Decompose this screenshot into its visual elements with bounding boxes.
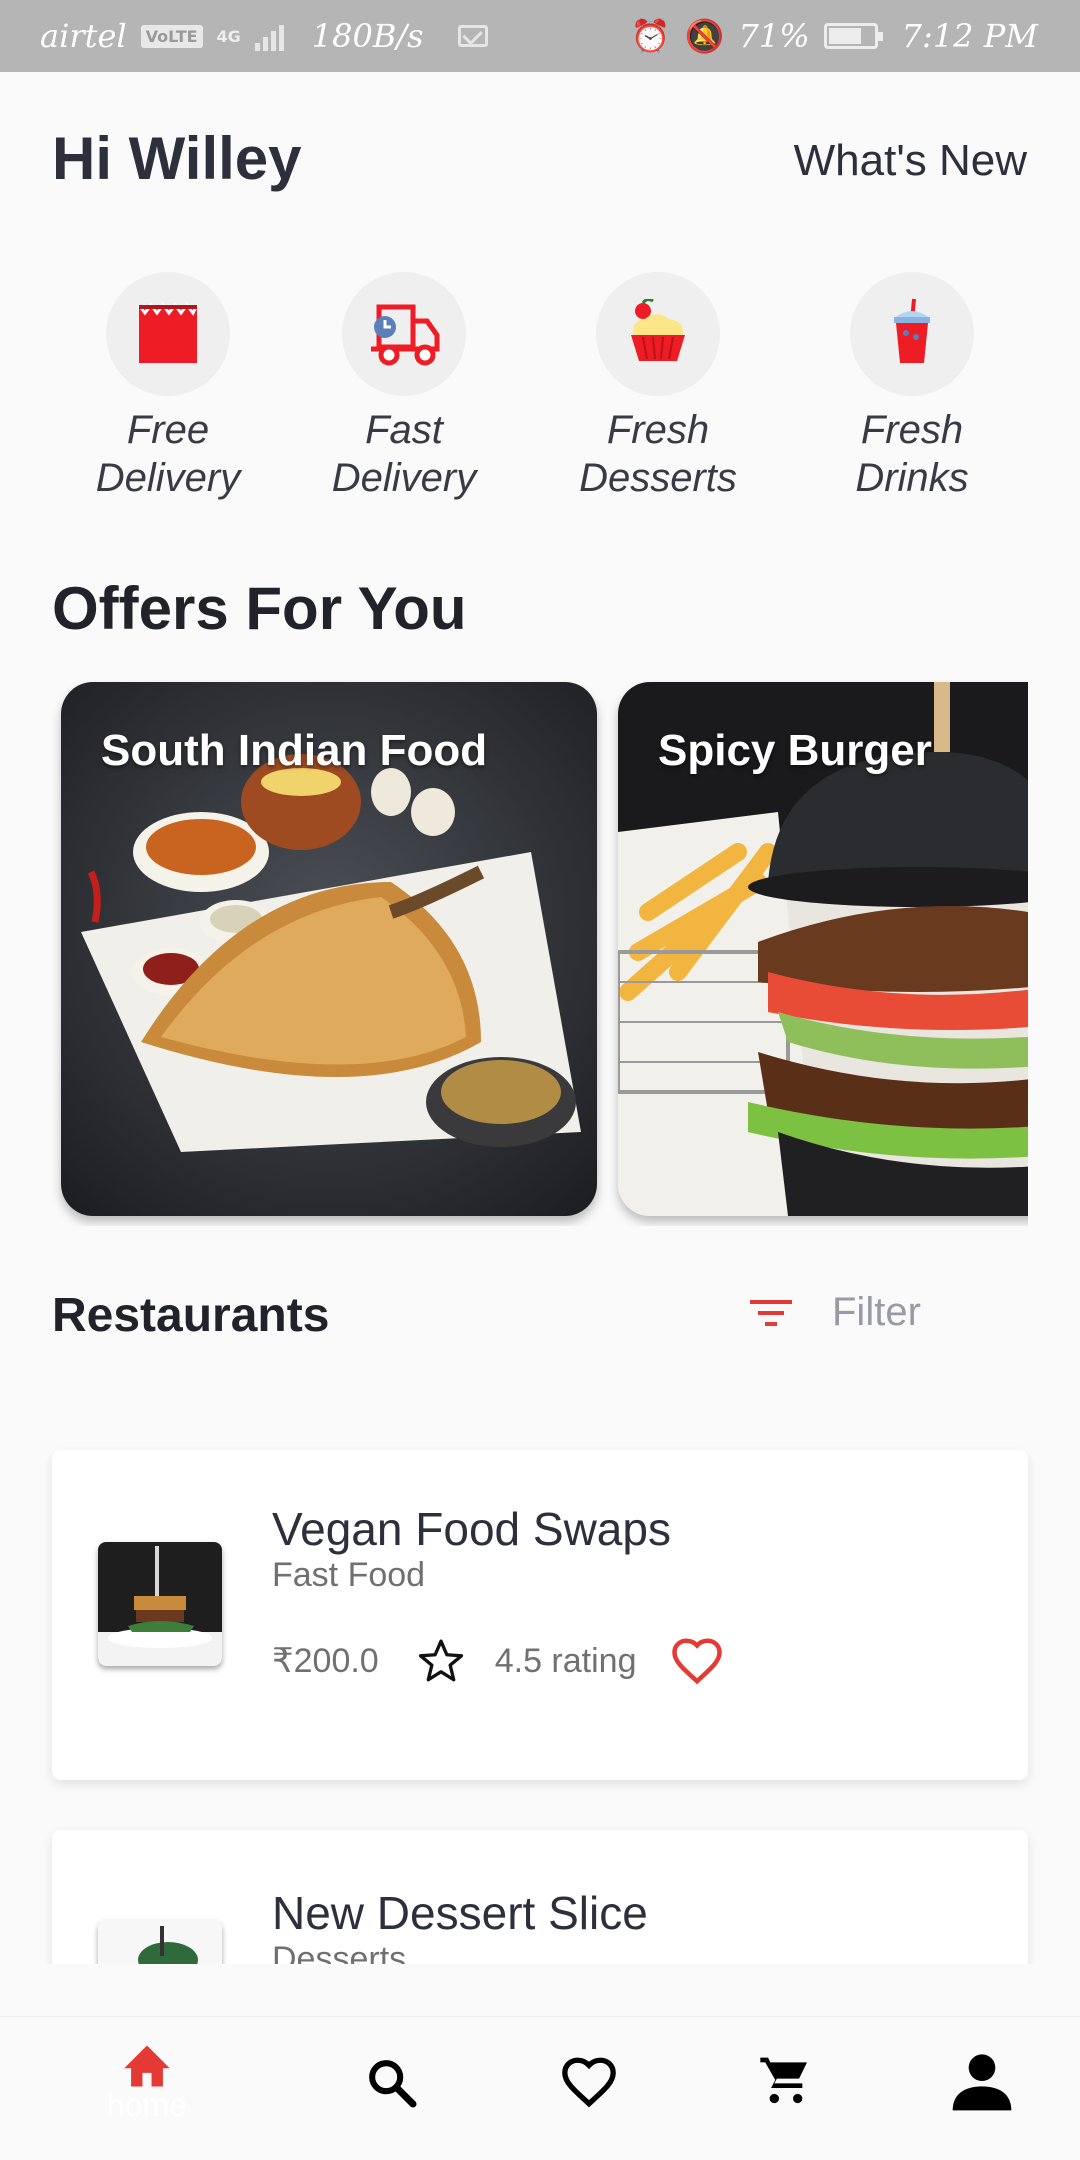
filter-icon [750, 1299, 792, 1326]
delivery-truck-icon [342, 272, 466, 396]
category-fresh-desserts[interactable]: Fresh Desserts [558, 272, 758, 502]
category-label-line1: Fast [365, 408, 443, 452]
favorite-heart-icon[interactable] [670, 1636, 724, 1686]
category-free-delivery[interactable]: Free Delivery [68, 272, 268, 502]
restaurant-category: Desserts [272, 1940, 407, 1964]
nav-profile[interactable] [922, 2041, 1042, 2151]
restaurant-rating: 4.5 rating [494, 1641, 637, 1680]
network-speed: 180B/s [311, 17, 424, 55]
battery-percent: 71% [738, 17, 810, 55]
category-fast-delivery[interactable]: Fast Delivery [304, 272, 504, 502]
volte-badge: VoLTE [140, 24, 203, 48]
restaurant-thumbnail [98, 1920, 222, 1964]
alarm-icon: ⏰ [630, 17, 671, 55]
category-label-line1: Free [126, 408, 210, 452]
status-bar: airtel VoLTE 4G 180B/s ⏰ 🔕 71% 7:12 PM [0, 0, 1080, 72]
restaurant-name: New Dessert Slice [272, 1887, 648, 1939]
offer-title: Spicy Burger [658, 726, 932, 775]
restaurant-name: Vegan Food Swaps [272, 1503, 671, 1555]
nav-home[interactable]: home [87, 2041, 207, 2151]
cart-icon [760, 2057, 807, 2104]
bottom-navigation: home [0, 2016, 1080, 2160]
cupcake-icon [596, 272, 720, 396]
restaurant-card[interactable]: Vegan Food Swaps Fast Food ₹200.0 4.5 ra… [52, 1450, 1028, 1780]
greeting-title: Hi Willey [52, 125, 302, 192]
nav-search[interactable] [332, 2041, 452, 2151]
profile-icon [952, 2054, 1012, 2111]
network-label: 4G [216, 26, 241, 46]
search-icon [369, 2060, 417, 2108]
restaurants-section-title: Restaurants [52, 1289, 330, 1342]
nav-favorites[interactable] [529, 2041, 649, 2151]
restaurant-price: ₹200.0 [272, 1642, 379, 1680]
category-label-line2: Drinks [855, 456, 969, 500]
nav-home-label: home [106, 2087, 188, 2123]
offer-title: South Indian Food [101, 726, 488, 775]
battery-icon [823, 23, 883, 49]
mute-icon: 🔕 [684, 17, 725, 55]
offer-card-south-indian[interactable]: South Indian Food [61, 682, 597, 1216]
offer-card-spicy-burger[interactable]: Spicy Burger [618, 682, 1028, 1216]
signal-icon [254, 21, 284, 51]
filter-button[interactable]: Filter [748, 1290, 921, 1335]
restaurant-thumbnail [98, 1542, 222, 1666]
category-fresh-drinks[interactable]: Fresh Drinks [812, 272, 1012, 502]
mail-icon [457, 25, 488, 47]
nav-cart[interactable] [726, 2041, 846, 2151]
category-label-line2: Desserts [579, 456, 737, 500]
carrier-label: airtel [40, 17, 127, 55]
clock: 7:12 PM [901, 17, 1038, 55]
star-outline-icon [418, 1639, 463, 1682]
home-icon [124, 2045, 170, 2087]
shopping-bag-icon [106, 272, 230, 396]
category-label-line1: Fresh [606, 408, 710, 452]
offers-carousel[interactable]: South Indian Food Spicy Burger [52, 680, 1028, 1226]
offers-section-title: Offers For You [52, 575, 467, 642]
filter-label: Filter [832, 1290, 921, 1334]
restaurant-card[interactable]: New Dessert Slice Desserts [52, 1830, 1028, 1964]
drink-cup-icon [850, 272, 974, 396]
category-label-line2: Delivery [331, 456, 477, 500]
whats-new-link[interactable]: What's New [794, 136, 1027, 186]
restaurant-category: Fast Food [272, 1556, 426, 1594]
restaurant-list[interactable]: Vegan Food Swaps Fast Food ₹200.0 4.5 ra… [0, 1440, 1080, 1964]
category-label-line2: Delivery [95, 456, 241, 500]
category-label-line1: Fresh [860, 408, 964, 452]
heart-outline-icon [562, 2057, 616, 2108]
